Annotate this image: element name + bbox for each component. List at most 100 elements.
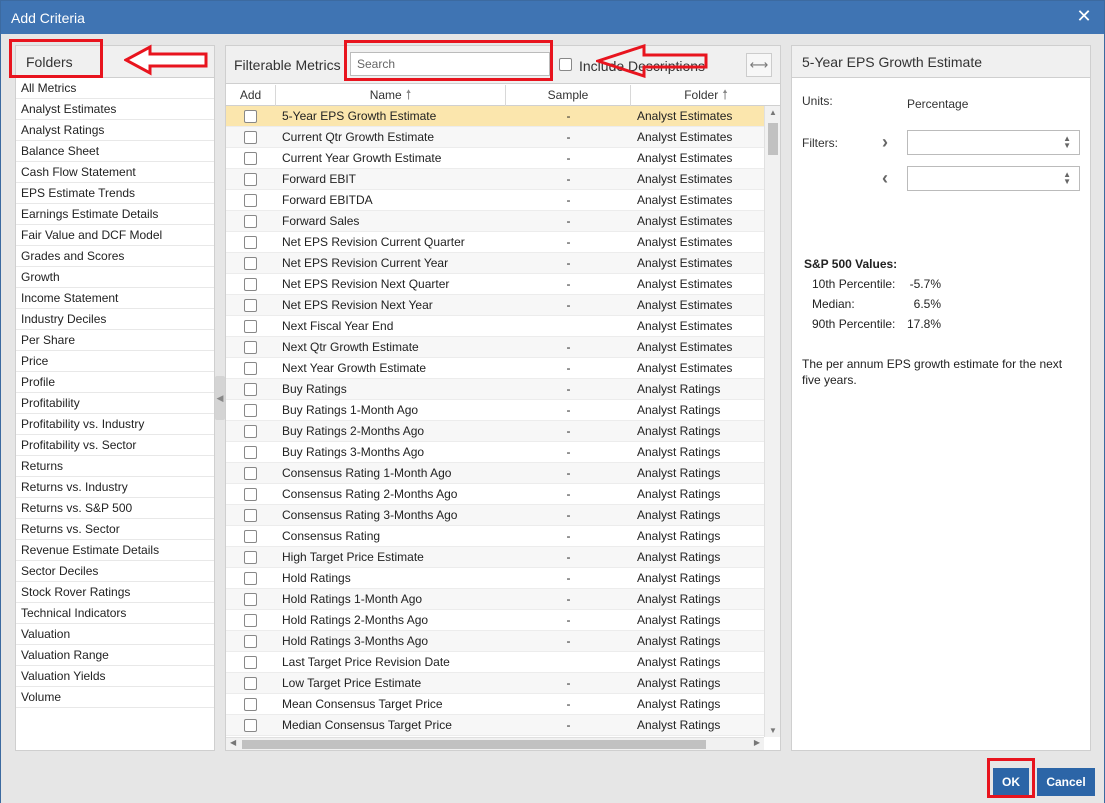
folder-item[interactable]: Returns vs. Sector bbox=[16, 519, 214, 540]
column-header-add[interactable]: Add bbox=[226, 85, 276, 106]
folder-item[interactable]: All Metrics bbox=[16, 78, 214, 99]
table-row[interactable]: Buy Ratings 2-Months Ago - Analyst Ratings bbox=[226, 421, 764, 442]
folder-item[interactable]: Profitability vs. Industry bbox=[16, 414, 214, 435]
folder-item[interactable]: Analyst Estimates bbox=[16, 99, 214, 120]
add-checkbox[interactable] bbox=[244, 593, 257, 606]
add-checkbox[interactable] bbox=[244, 488, 257, 501]
folder-item[interactable]: Price bbox=[16, 351, 214, 372]
table-row[interactable]: Buy Ratings 3-Months Ago - Analyst Ratings bbox=[226, 442, 764, 463]
folder-item[interactable]: Cash Flow Statement bbox=[16, 162, 214, 183]
scroll-right-icon[interactable]: ▶ bbox=[754, 738, 760, 747]
folder-item[interactable]: Balance Sheet bbox=[16, 141, 214, 162]
scroll-down-icon[interactable]: ▼ bbox=[769, 726, 777, 735]
ok-button[interactable]: OK bbox=[993, 768, 1029, 796]
table-row[interactable]: Net EPS Revision Next Year - Analyst Estim… bbox=[226, 295, 764, 316]
table-row[interactable]: Hold Ratings - Analyst Ratings bbox=[226, 568, 764, 589]
column-header-sample[interactable]: Sample bbox=[506, 85, 631, 106]
table-row[interactable]: Hold Ratings 2-Months Ago - Analyst Rating… bbox=[226, 610, 764, 631]
table-row[interactable]: Buy Ratings 1-Month Ago - Analyst Ratings bbox=[226, 400, 764, 421]
scroll-up-icon[interactable]: ▲ bbox=[769, 108, 777, 117]
vertical-scroll-thumb[interactable] bbox=[768, 123, 778, 155]
add-checkbox[interactable] bbox=[244, 446, 257, 459]
table-row[interactable]: Next Qtr Growth Estimate - Analyst Estimat… bbox=[226, 337, 764, 358]
add-checkbox[interactable] bbox=[244, 320, 257, 333]
folder-item[interactable]: Returns vs. Industry bbox=[16, 477, 214, 498]
filter-min-select[interactable]: ▲ ▼ bbox=[907, 130, 1080, 155]
add-checkbox[interactable] bbox=[244, 677, 257, 690]
folder-item[interactable]: Returns bbox=[16, 456, 214, 477]
folder-item[interactable]: Profile bbox=[16, 372, 214, 393]
folder-item[interactable]: Valuation bbox=[16, 624, 214, 645]
folder-item[interactable]: Growth bbox=[16, 267, 214, 288]
filter-max-select[interactable]: ▲ ▼ bbox=[907, 166, 1080, 191]
add-checkbox[interactable] bbox=[244, 362, 257, 375]
add-checkbox[interactable] bbox=[244, 236, 257, 249]
folder-item[interactable]: Analyst Ratings bbox=[16, 120, 214, 141]
table-row[interactable]: Forward Sales - Analyst Estimates bbox=[226, 211, 764, 232]
table-row[interactable]: Mean Consensus Target Price - Analyst Rati… bbox=[226, 694, 764, 715]
folder-item[interactable]: Grades and Scores bbox=[16, 246, 214, 267]
folder-item[interactable]: Stock Rover Ratings bbox=[16, 582, 214, 603]
table-row[interactable]: Net EPS Revision Next Quarter - Analyst Es… bbox=[226, 274, 764, 295]
include-descriptions-checkbox[interactable] bbox=[559, 58, 572, 71]
search-input[interactable] bbox=[350, 52, 550, 76]
add-checkbox[interactable] bbox=[244, 614, 257, 627]
table-row[interactable]: Next Fiscal Year End Analyst Estimates bbox=[226, 316, 764, 337]
vertical-scrollbar[interactable]: ▲ ▼ bbox=[764, 106, 780, 737]
add-checkbox[interactable] bbox=[244, 404, 257, 417]
add-checkbox[interactable] bbox=[244, 656, 257, 669]
add-checkbox[interactable] bbox=[244, 131, 257, 144]
table-row[interactable]: Next Year Growth Estimate - Analyst Estima… bbox=[226, 358, 764, 379]
add-checkbox[interactable] bbox=[244, 635, 257, 648]
table-row[interactable]: Consensus Rating 3-Months Ago - Analyst Ra… bbox=[226, 505, 764, 526]
folder-item[interactable]: Technical Indicators bbox=[16, 603, 214, 624]
add-checkbox[interactable] bbox=[244, 278, 257, 291]
table-row[interactable]: Hold Ratings 1-Month Ago - Analyst Ratings bbox=[226, 589, 764, 610]
folder-item[interactable]: Fair Value and DCF Model bbox=[16, 225, 214, 246]
add-checkbox[interactable] bbox=[244, 572, 257, 585]
table-row[interactable]: Last Target Price Revision Date Analyst R… bbox=[226, 652, 764, 673]
collapse-handle[interactable]: ◀ bbox=[215, 376, 225, 420]
table-row[interactable]: Hold Ratings 3-Months Ago - Analyst Rating… bbox=[226, 631, 764, 652]
add-checkbox[interactable] bbox=[244, 467, 257, 480]
add-checkbox[interactable] bbox=[244, 110, 257, 123]
add-checkbox[interactable] bbox=[244, 299, 257, 312]
add-checkbox[interactable] bbox=[244, 341, 257, 354]
table-row[interactable]: Forward EBIT - Analyst Estimates bbox=[226, 169, 764, 190]
table-row[interactable]: Low Target Price Estimate - Analyst Rating… bbox=[226, 673, 764, 694]
add-checkbox[interactable] bbox=[244, 152, 257, 165]
table-row[interactable]: Forward EBITDA - Analyst Estimates bbox=[226, 190, 764, 211]
table-row[interactable]: Current Year Growth Estimate - Analyst Est… bbox=[226, 148, 764, 169]
folder-item[interactable]: Income Statement bbox=[16, 288, 214, 309]
add-checkbox[interactable] bbox=[244, 719, 257, 732]
table-row[interactable]: High Target Price Estimate - Analyst Ratin… bbox=[226, 547, 764, 568]
folder-item[interactable]: Volume bbox=[16, 687, 214, 708]
expand-button[interactable]: ⟷ bbox=[746, 53, 772, 77]
add-checkbox[interactable] bbox=[244, 215, 257, 228]
close-icon[interactable]: ✕ bbox=[1076, 7, 1092, 25]
folder-item[interactable]: Profitability vs. Sector bbox=[16, 435, 214, 456]
table-row[interactable]: Consensus Rating 1-Month Ago - Analyst Rat… bbox=[226, 463, 764, 484]
table-row[interactable]: Consensus Rating 2-Months Ago - Analyst Ra… bbox=[226, 484, 764, 505]
folder-item[interactable]: Sector Deciles bbox=[16, 561, 214, 582]
horizontal-scrollbar[interactable]: ◀ ▶ bbox=[226, 737, 764, 750]
add-checkbox[interactable] bbox=[244, 383, 257, 396]
add-checkbox[interactable] bbox=[244, 551, 257, 564]
folder-item[interactable]: Earnings Estimate Details bbox=[16, 204, 214, 225]
table-row[interactable]: Net EPS Revision Current Quarter - Analyst… bbox=[226, 232, 764, 253]
folder-item[interactable]: Returns vs. S&P 500 bbox=[16, 498, 214, 519]
table-row[interactable]: Net EPS Revision Current Year - Analyst Es… bbox=[226, 253, 764, 274]
table-row[interactable]: Median Consensus Target Price - Analyst Ra… bbox=[226, 715, 764, 736]
table-row[interactable]: Consensus Rating - Analyst Ratings bbox=[226, 526, 764, 547]
add-checkbox[interactable] bbox=[244, 698, 257, 711]
add-checkbox[interactable] bbox=[244, 173, 257, 186]
table-row[interactable]: Current Qtr Growth Estimate - Analyst Esti… bbox=[226, 127, 764, 148]
column-header-name[interactable]: Name 🠕 bbox=[276, 85, 506, 106]
column-header-folder[interactable]: Folder 🠕 bbox=[631, 85, 781, 106]
add-checkbox[interactable] bbox=[244, 425, 257, 438]
table-row[interactable]: 5-Year EPS Growth Estimate - Analyst Estim… bbox=[226, 106, 764, 127]
folder-item[interactable]: Valuation Range bbox=[16, 645, 214, 666]
folder-item[interactable]: Revenue Estimate Details bbox=[16, 540, 214, 561]
add-checkbox[interactable] bbox=[244, 194, 257, 207]
folder-item[interactable]: Industry Deciles bbox=[16, 309, 214, 330]
